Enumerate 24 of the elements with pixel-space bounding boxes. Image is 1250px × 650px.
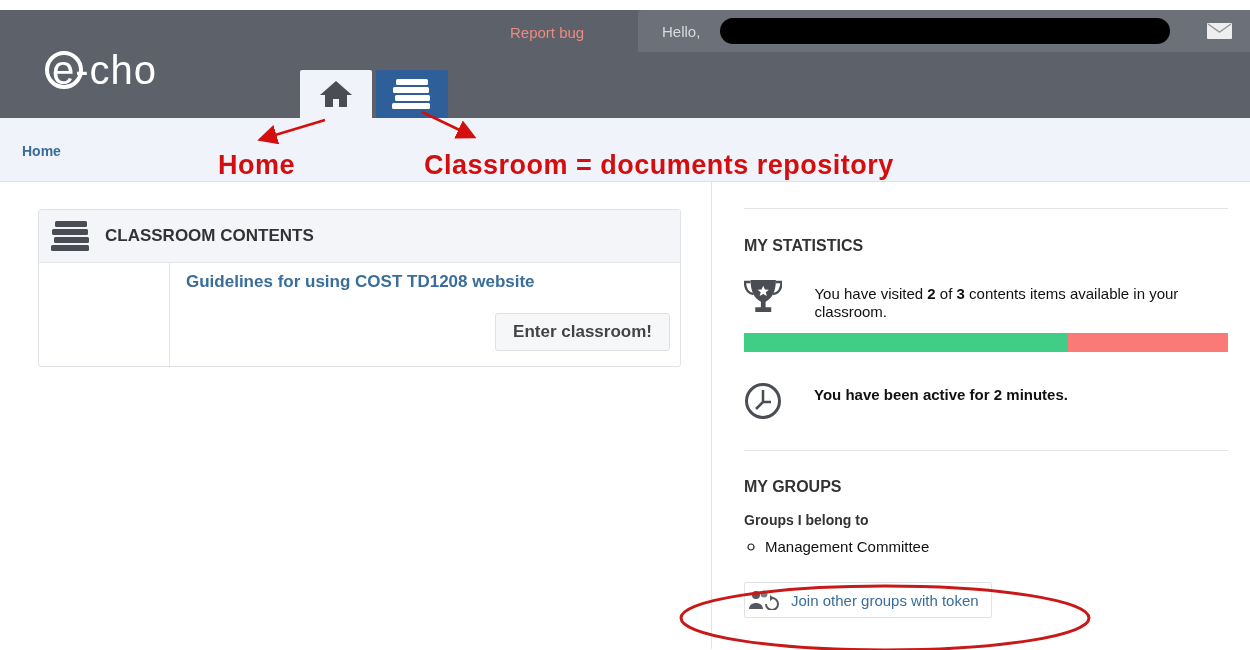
- greeting: Hello,: [662, 22, 701, 40]
- books-icon: [51, 221, 91, 251]
- bullet-icon: [747, 542, 755, 551]
- visited-text: You have visited 2 of 3 contents items available in your classroom.: [814, 285, 1180, 321]
- enter-classroom-button[interactable]: Enter classroom!: [495, 313, 670, 351]
- card-title: CLASSROOM CONTENTS: [105, 226, 314, 246]
- home-icon: [319, 80, 353, 108]
- clock-icon: [744, 382, 782, 420]
- group-name: Management Committee: [765, 538, 930, 555]
- annotation-label: Classroom = documents repository: [424, 150, 894, 181]
- annotation-arrow: [421, 110, 477, 139]
- join-groups-button[interactable]: Join other groups with token: [744, 582, 992, 618]
- home-tab[interactable]: [300, 70, 372, 118]
- content-link[interactable]: Guidelines for using COST TD1208 website: [186, 272, 535, 292]
- breadcrumb-link[interactable]: Home: [22, 143, 61, 159]
- classroom-tab[interactable]: [376, 70, 448, 118]
- groups-subtitle: Groups I belong to: [744, 512, 870, 528]
- group-icon: [749, 590, 779, 610]
- annotation-label: Home: [218, 150, 295, 181]
- section-heading: MY STATISTICS: [744, 237, 865, 255]
- section-heading: MY GROUPS: [744, 478, 843, 496]
- annotation-arrow: [257, 118, 326, 145]
- books-icon: [392, 79, 432, 109]
- active-text: You have been active for 2 minutes.: [814, 386, 1068, 404]
